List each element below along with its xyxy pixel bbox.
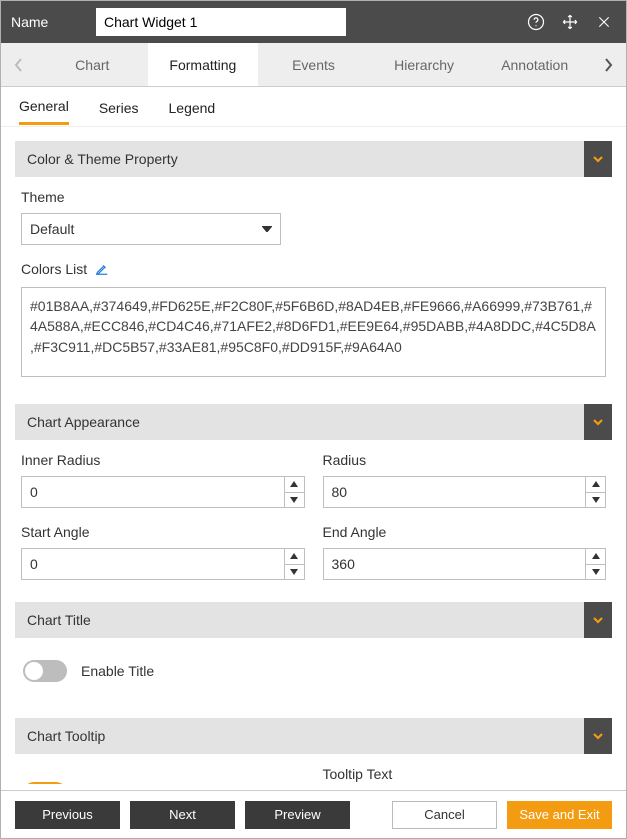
start-angle-label: Start Angle	[21, 524, 305, 540]
panel-title: Chart Title	[27, 612, 91, 628]
close-icon[interactable]	[592, 10, 616, 34]
enable-title-label: Enable Title	[81, 663, 154, 679]
panel-title: Chart Appearance	[27, 414, 140, 430]
save-and-exit-button[interactable]: Save and Exit	[507, 801, 612, 829]
panel-color-theme: Color & Theme Property Theme Default Col…	[15, 141, 612, 382]
panel-appearance: Chart Appearance Inner Radius	[15, 404, 612, 580]
tab-annotation[interactable]: Annotation	[479, 43, 590, 86]
tab-hierarchy[interactable]: Hierarchy	[369, 43, 480, 86]
inner-radius-label: Inner Radius	[21, 452, 305, 468]
header-bar: Name	[1, 1, 626, 43]
spinner[interactable]	[284, 477, 304, 507]
edit-colors-icon[interactable]	[95, 262, 109, 279]
end-angle-field[interactable]	[324, 549, 586, 579]
footer-bar: Previous Next Preview Cancel Save and Ex…	[1, 790, 626, 838]
colors-list-label: Colors List	[21, 261, 606, 279]
theme-value: Default	[30, 221, 74, 237]
panel-head-chart-title: Chart Title	[15, 602, 612, 638]
tabs-scroll-right[interactable]	[590, 43, 626, 86]
panel-head-appearance: Chart Appearance	[15, 404, 612, 440]
subtab-legend[interactable]: Legend	[169, 90, 216, 124]
move-icon[interactable]	[558, 10, 582, 34]
subtab-general[interactable]: General	[19, 88, 69, 125]
inner-radius-field[interactable]	[22, 477, 284, 507]
next-button[interactable]: Next	[130, 801, 235, 829]
tooltip-text-label: Tooltip Text	[323, 766, 607, 782]
cancel-button[interactable]: Cancel	[392, 801, 497, 829]
content-scroll[interactable]: Color & Theme Property Theme Default Col…	[1, 127, 626, 790]
panel-chart-tooltip: Chart Tooltip Disable Tooltip Tooltip T	[15, 718, 612, 784]
spinner[interactable]	[585, 477, 605, 507]
radius-label: Radius	[323, 452, 607, 468]
main-tabs: Chart Formatting Events Hierarchy Annota…	[1, 43, 626, 87]
panel-head-color-theme: Color & Theme Property	[15, 141, 612, 177]
radius-input[interactable]	[323, 476, 607, 508]
name-label: Name	[11, 14, 96, 30]
end-angle-label: End Angle	[323, 524, 607, 540]
collapse-icon[interactable]	[584, 602, 612, 638]
inner-radius-input[interactable]	[21, 476, 305, 508]
theme-select[interactable]: Default	[21, 213, 281, 245]
radius-field[interactable]	[324, 477, 586, 507]
theme-label: Theme	[21, 189, 606, 205]
spinner[interactable]	[585, 549, 605, 579]
panel-title: Chart Tooltip	[27, 728, 105, 744]
tabs-scroll-left[interactable]	[1, 43, 37, 86]
spinner[interactable]	[284, 549, 304, 579]
start-angle-field[interactable]	[22, 549, 284, 579]
start-angle-input[interactable]	[21, 548, 305, 580]
sub-tabs: General Series Legend	[1, 87, 626, 127]
subtab-series[interactable]: Series	[99, 90, 139, 124]
tab-chart[interactable]: Chart	[37, 43, 148, 86]
name-input[interactable]	[96, 8, 346, 36]
preview-button[interactable]: Preview	[245, 801, 350, 829]
enable-title-toggle[interactable]	[23, 660, 67, 682]
panel-head-chart-tooltip: Chart Tooltip	[15, 718, 612, 754]
collapse-icon[interactable]	[584, 718, 612, 754]
panel-chart-title: Chart Title Enable Title	[15, 602, 612, 696]
help-icon[interactable]	[524, 10, 548, 34]
collapse-icon[interactable]	[584, 404, 612, 440]
previous-button[interactable]: Previous	[15, 801, 120, 829]
collapse-icon[interactable]	[584, 141, 612, 177]
panel-title: Color & Theme Property	[27, 151, 178, 167]
end-angle-input[interactable]	[323, 548, 607, 580]
colors-list-input[interactable]	[21, 287, 606, 377]
disable-tooltip-toggle[interactable]	[23, 782, 67, 784]
tab-formatting[interactable]: Formatting	[148, 43, 259, 86]
tab-events[interactable]: Events	[258, 43, 369, 86]
